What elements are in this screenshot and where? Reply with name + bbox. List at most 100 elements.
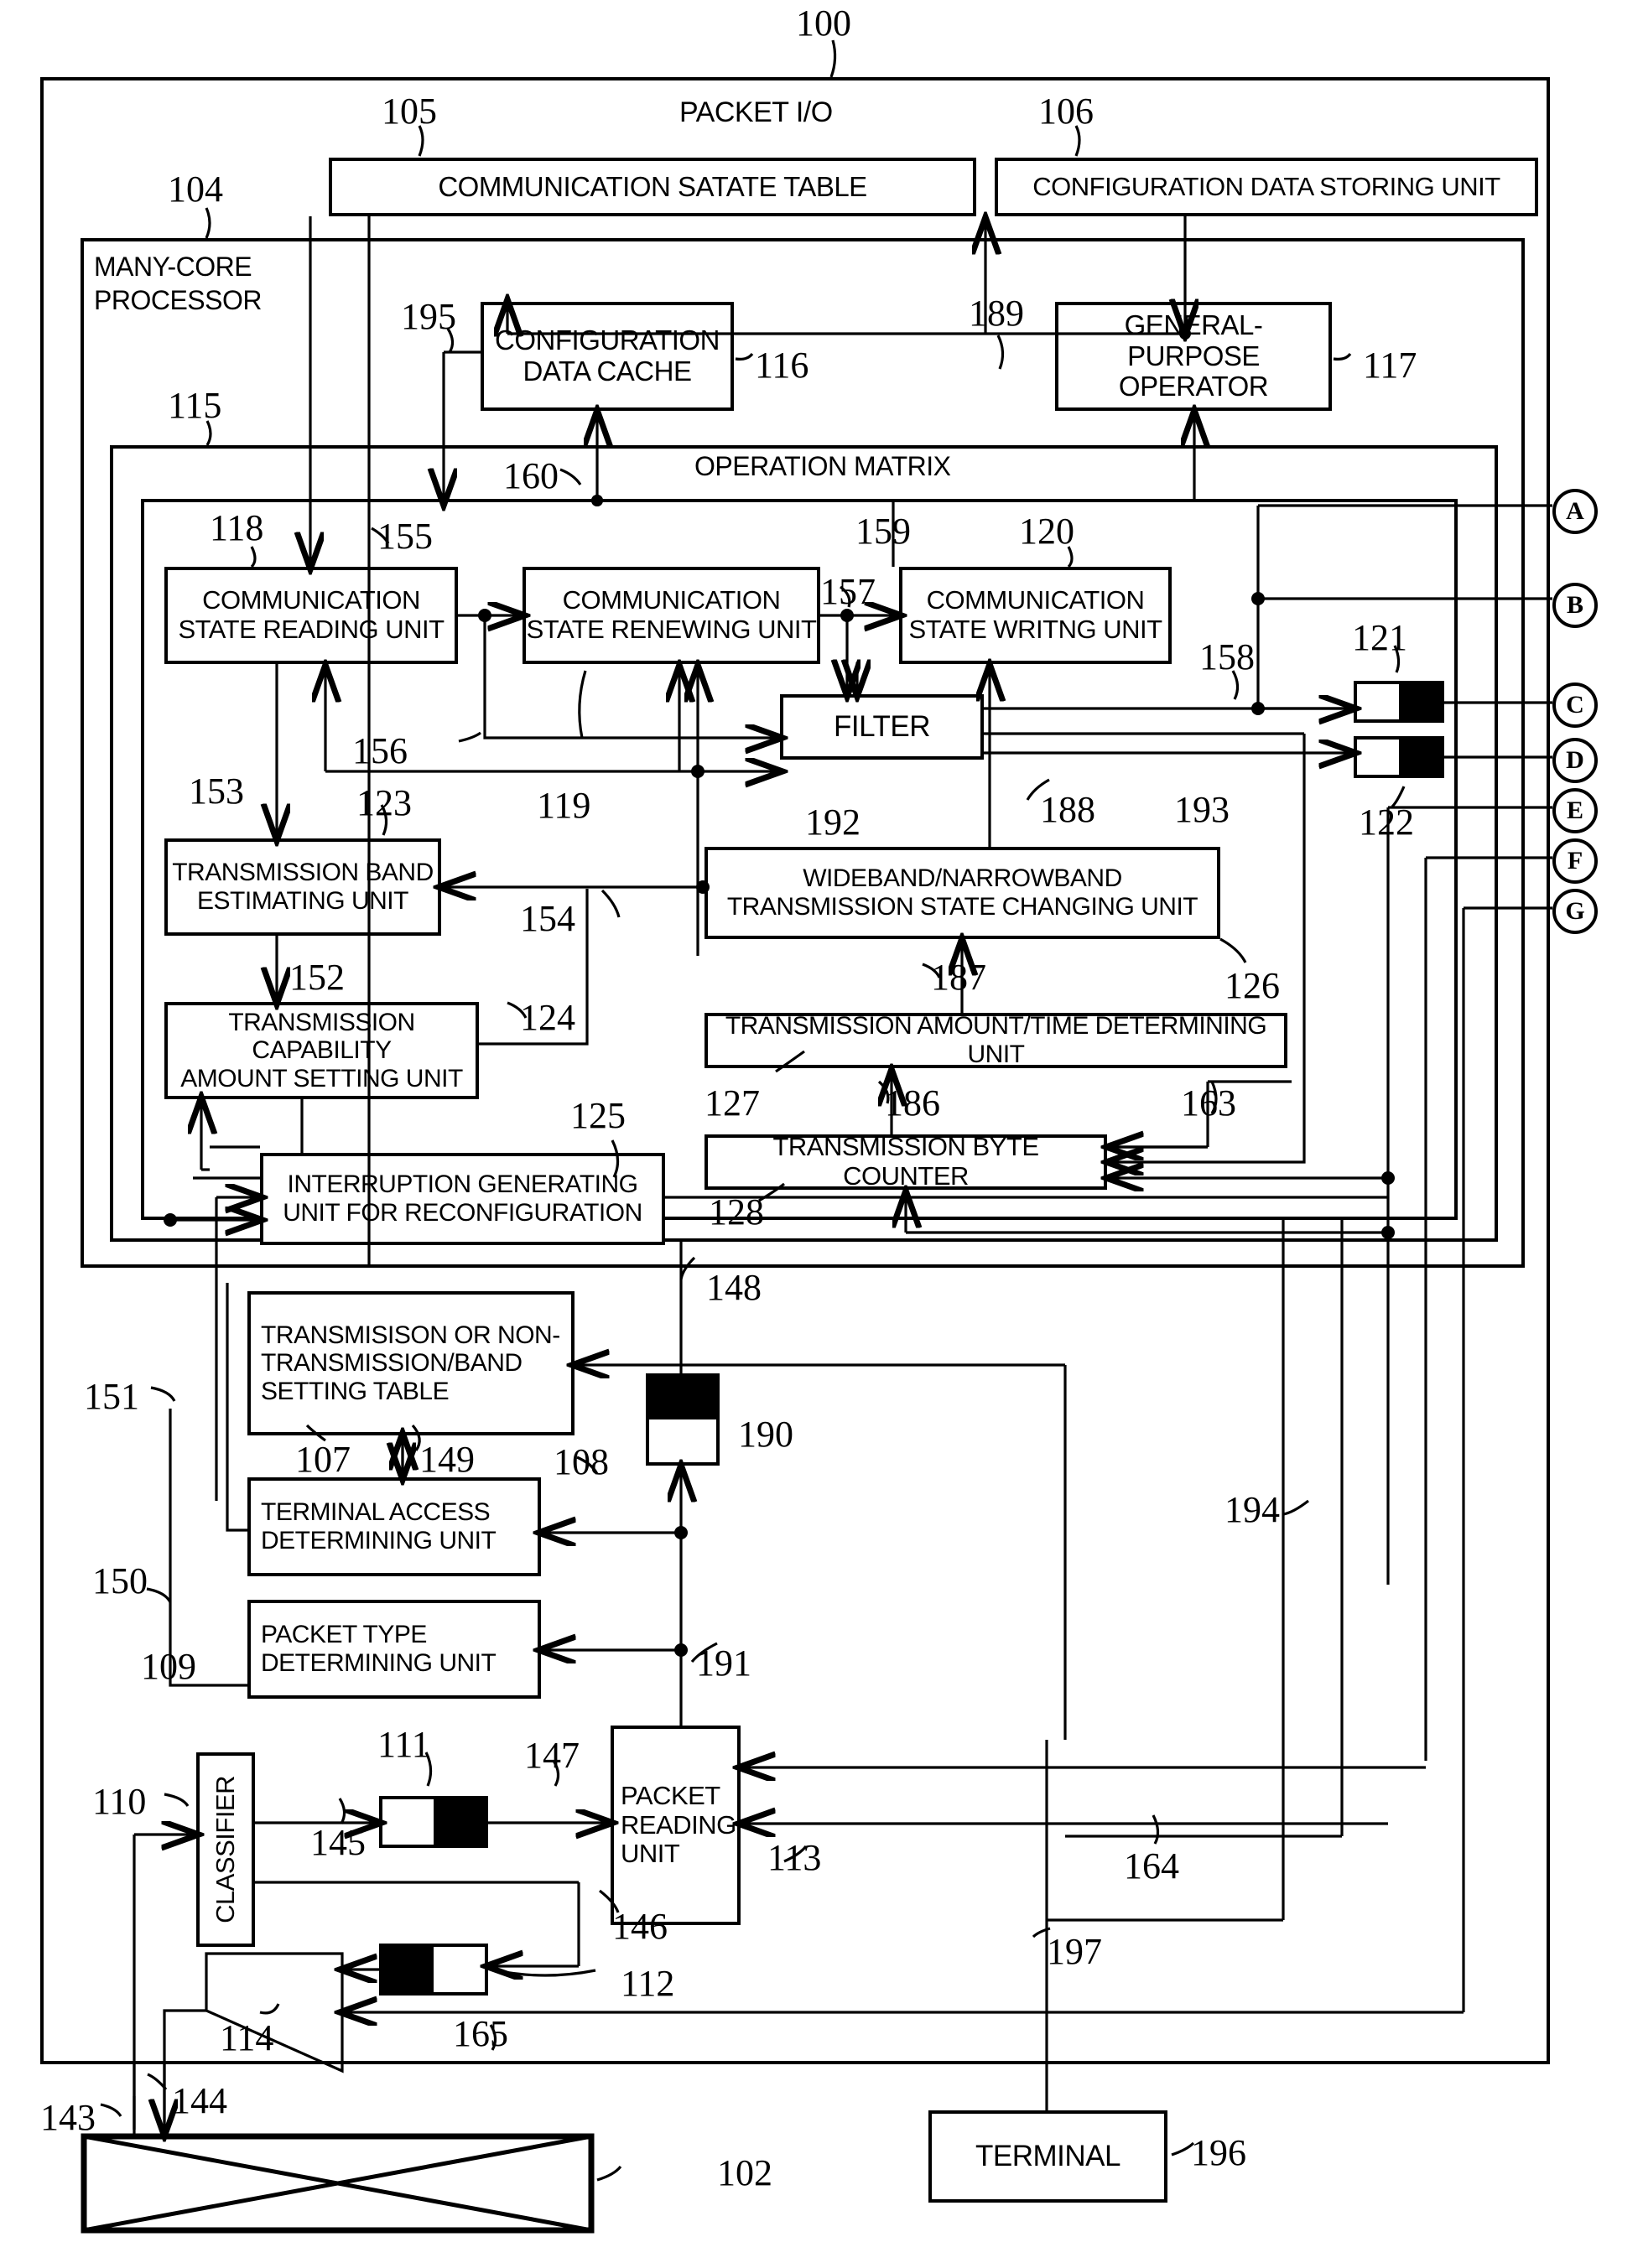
connector-tag-a: A <box>1552 489 1598 534</box>
interruption-generating-line1: INTERRUPTION GENERATING <box>287 1170 638 1199</box>
wideband-narrowband-line1: WIDEBAND/NARROWBAND <box>803 864 1122 893</box>
comm-state-writing-line1: COMMUNICATION <box>926 585 1145 615</box>
queue-marker-190 <box>646 1373 720 1466</box>
ref-148: 148 <box>706 1267 762 1308</box>
ref-186: 186 <box>885 1082 940 1124</box>
ref-121: 121 <box>1352 617 1407 658</box>
packet-reading-unit-box[interactable]: PACKET READING UNIT <box>611 1726 741 1925</box>
ref-197: 197 <box>1047 1931 1102 1972</box>
communication-state-writing-unit-box[interactable]: COMMUNICATION STATE WRITNG UNIT <box>899 567 1172 664</box>
ref-191: 191 <box>696 1643 751 1684</box>
transmission-capability-amount-setting-unit-box[interactable]: TRANSMISSION CAPABILITY AMOUNT SETTING U… <box>164 1002 479 1099</box>
configuration-data-cache-line1: CONFIGURATION <box>495 324 720 356</box>
ref-158: 158 <box>1199 636 1255 677</box>
packet-type-line2: DETERMINING UNIT <box>261 1649 497 1677</box>
filter-box[interactable]: FILTER <box>780 694 984 760</box>
queue-marker-111 <box>379 1796 488 1848</box>
wideband-narrowband-line2: TRANSMISSION STATE CHANGING UNIT <box>726 893 1198 921</box>
ref-117: 117 <box>1363 345 1417 386</box>
connector-tag-c: C <box>1552 682 1598 728</box>
transmission-amount-time-determining-unit-box[interactable]: TRANSMISSION AMOUNT/TIME DETERMINING UNI… <box>705 1012 1287 1068</box>
ref-195: 195 <box>401 296 456 337</box>
transmission-capability-line1: TRANSMISSION CAPABILITY <box>228 1008 415 1065</box>
classifier-label: CLASSIFIER <box>210 1776 240 1923</box>
configuration-data-storing-unit-label: CONFIGURATION DATA STORING UNIT <box>1032 171 1500 201</box>
transmission-byte-counter-box[interactable]: TRANSMISSION BYTE COUNTER <box>705 1132 1107 1191</box>
ref-159: 159 <box>855 511 911 552</box>
ref-126: 126 <box>1224 965 1280 1006</box>
ref-163: 163 <box>1181 1082 1236 1124</box>
ref-100: 100 <box>796 3 851 44</box>
ref-104: 104 <box>168 169 223 210</box>
packet-reading-line3: UNIT <box>621 1839 680 1869</box>
ref-123: 123 <box>356 782 412 823</box>
ref-145: 145 <box>310 1822 366 1863</box>
ref-165: 165 <box>453 2013 508 2054</box>
operation-matrix-title: OPERATION MATRIX <box>694 451 951 481</box>
general-purpose-operator-line2: OPERATOR <box>1118 371 1269 402</box>
ref-107: 107 <box>295 1439 351 1480</box>
ref-187: 187 <box>931 957 986 998</box>
configuration-data-storing-unit-box[interactable]: CONFIGURATION DATA STORING UNIT <box>995 158 1538 216</box>
filter-label: FILTER <box>834 710 930 744</box>
ref-114: 114 <box>220 2017 274 2058</box>
ref-127: 127 <box>705 1082 760 1124</box>
ref-122: 122 <box>1359 802 1414 843</box>
queue-marker-112 <box>379 1944 488 1996</box>
terminal-box[interactable]: TERMINAL <box>928 2110 1167 2203</box>
many-core-processor-title-line1: MANY-CORE <box>94 252 252 282</box>
comm-state-renewing-line2: STATE RENEWING UNIT <box>526 615 817 644</box>
comm-state-renewing-line1: COMMUNICATION <box>562 585 781 615</box>
patent-figure: COMMUNICATION SATATE TABLE CONFIGURATION… <box>0 0 1643 2268</box>
ref-196: 196 <box>1191 2132 1246 2173</box>
ref-111: 111 <box>377 1724 430 1765</box>
general-purpose-operator-box[interactable]: GENERAL-PURPOSE OPERATOR <box>1055 302 1332 411</box>
ref-143: 143 <box>40 2097 96 2138</box>
ref-105: 105 <box>382 91 437 132</box>
communication-state-renewing-unit-box[interactable]: COMMUNICATION STATE RENEWING UNIT <box>523 567 820 664</box>
configuration-data-cache-box[interactable]: CONFIGURATION DATA CACHE <box>481 302 734 411</box>
ref-193: 193 <box>1174 789 1230 830</box>
many-core-processor-title-line2: PROCESSOR <box>94 285 262 315</box>
ref-120: 120 <box>1019 511 1074 552</box>
transmission-band-setting-table-box[interactable]: TRANSMISISON OR NON- TRANSMISSION/BAND S… <box>247 1291 575 1435</box>
communication-state-table-label: COMMUNICATION SATATE TABLE <box>438 170 867 202</box>
connector-tag-f: F <box>1552 838 1598 884</box>
transmission-band-estimating-unit-box[interactable]: TRANSMISSION BAND ESTIMATING UNIT <box>164 838 441 936</box>
ref-149: 149 <box>419 1439 475 1480</box>
comm-state-reading-line1: COMMUNICATION <box>202 585 420 615</box>
transmission-amount-time-label: TRANSMISSION AMOUNT/TIME DETERMINING UNI… <box>725 1012 1267 1068</box>
transmission-byte-counter-label: TRANSMISSION BYTE COUNTER <box>772 1132 1039 1191</box>
ref-190: 190 <box>738 1414 793 1455</box>
ref-155: 155 <box>377 516 433 557</box>
packet-type-determining-unit-box[interactable]: PACKET TYPE DETERMINING UNIT <box>247 1600 541 1699</box>
ref-160: 160 <box>503 455 559 496</box>
ref-150: 150 <box>92 1560 148 1601</box>
ref-128: 128 <box>709 1191 764 1233</box>
ref-151: 151 <box>84 1376 139 1417</box>
setting-table-line2: TRANSMISSION/BAND <box>261 1349 523 1378</box>
ref-156: 156 <box>352 730 408 771</box>
packet-reading-line1: PACKET <box>621 1780 720 1810</box>
terminal-access-line2: DETERMINING UNIT <box>261 1527 497 1554</box>
interruption-generating-line2: UNIT FOR RECONFIGURATION <box>283 1199 642 1227</box>
ref-102: 102 <box>717 2152 772 2193</box>
ref-146: 146 <box>612 1906 668 1947</box>
connector-tag-b: B <box>1552 583 1598 628</box>
transmission-band-estimating-line2: ESTIMATING UNIT <box>197 887 408 915</box>
transmission-band-estimating-line1: TRANSMISSION BAND <box>172 859 434 887</box>
ref-157: 157 <box>820 571 876 612</box>
terminal-label: TERMINAL <box>975 2140 1120 2173</box>
general-purpose-operator-line1: GENERAL-PURPOSE <box>1124 309 1263 371</box>
communication-state-reading-unit-box[interactable]: COMMUNICATION STATE READING UNIT <box>164 567 458 664</box>
ref-125: 125 <box>570 1095 626 1136</box>
ref-144: 144 <box>172 2080 227 2121</box>
wideband-narrowband-state-changing-unit-box[interactable]: WIDEBAND/NARROWBAND TRANSMISSION STATE C… <box>705 847 1220 939</box>
classifier-box[interactable]: CLASSIFIER <box>196 1752 255 1947</box>
packet-reading-line2: READING <box>621 1809 736 1840</box>
terminal-access-determining-unit-box[interactable]: TERMINAL ACCESS DETERMINING UNIT <box>247 1477 541 1576</box>
interruption-generating-unit-box[interactable]: INTERRUPTION GENERATING UNIT FOR RECONFI… <box>260 1153 665 1245</box>
ref-108: 108 <box>554 1441 609 1482</box>
communication-state-table-box[interactable]: COMMUNICATION SATATE TABLE <box>329 158 976 216</box>
ref-115: 115 <box>168 385 222 426</box>
